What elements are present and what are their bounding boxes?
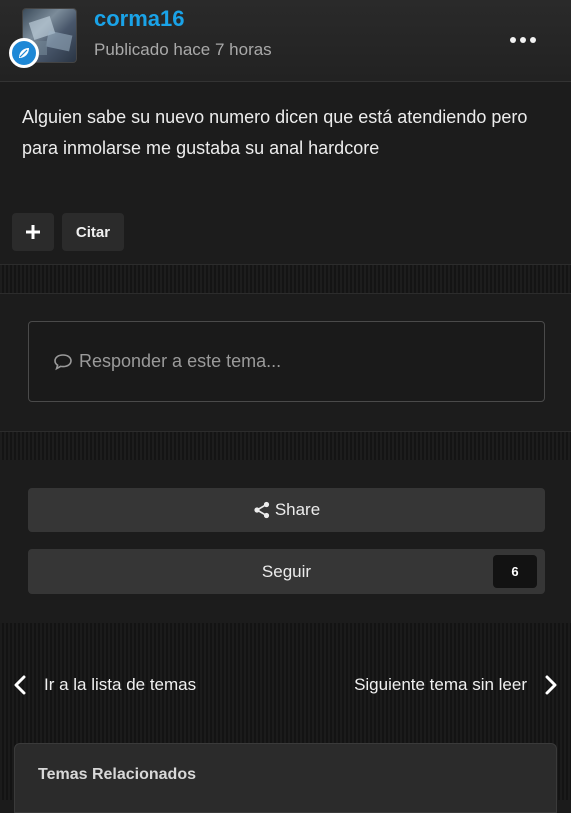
post-timestamp: Publicado hace 7 horas [94,40,272,59]
reply-input[interactable]: Responder a este tema... [28,321,545,402]
prev-topic-label: Ir a la lista de temas [44,675,197,694]
post-header: corma16 Publicado hace 7 horas [0,0,571,82]
follow-label: Seguir [261,561,312,581]
rank-badge-icon [9,38,39,68]
follow-button[interactable]: Seguir 6 [28,549,545,594]
related-topics-panel: Temas Relacionados [14,743,557,813]
post-body: Alguien sabe su nuevo numero dicen que e… [0,82,571,264]
author-username[interactable]: corma16 [94,6,185,32]
share-label: Share [274,500,321,519]
related-topics-title: Temas Relacionados [38,766,196,783]
reply-section: Responder a este tema... [0,294,571,431]
reply-placeholder: Responder a este tema... [79,351,282,371]
chevron-right-icon [545,675,557,695]
divider-strip [0,264,571,294]
more-options-icon[interactable] [510,35,536,45]
chevron-left-icon [14,675,26,695]
share-icon [254,501,269,519]
next-unread-link[interactable]: Siguiente tema sin leer [354,673,557,697]
plus-icon [26,225,40,239]
post-content: Alguien sabe su nuevo numero dicen que e… [22,107,528,158]
speech-bubble-icon [54,353,72,370]
divider-strip [0,431,571,461]
multiquote-button[interactable] [12,213,54,251]
actions-section: Share Seguir 6 [0,460,571,623]
share-button[interactable]: Share [28,488,545,532]
next-topic-label: Siguiente tema sin leer [354,675,527,694]
topic-navigation: Ir a la lista de temas Siguiente tema si… [0,623,571,813]
quote-button[interactable]: Citar [62,213,124,251]
follow-count-badge: 6 [493,555,537,588]
prev-topic-link[interactable]: Ir a la lista de temas [14,673,196,697]
